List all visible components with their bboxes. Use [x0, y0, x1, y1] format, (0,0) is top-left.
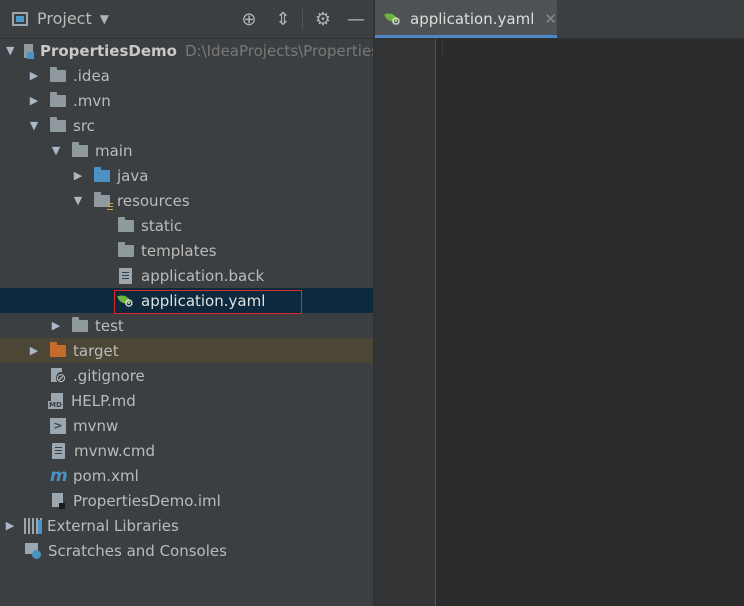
tree-item-propertiesdemo[interactable]: ▼ PropertiesDemo D:\IdeaProjects\Propert…: [0, 38, 373, 63]
spring-config-icon: [385, 11, 401, 28]
chevron-right-icon[interactable]: ▶: [50, 319, 62, 332]
markdown-icon: [48, 392, 66, 409]
gear-icon[interactable]: ⚙: [312, 8, 334, 30]
tree-item-external-libraries[interactable]: ▶ External Libraries: [0, 513, 373, 538]
tree-item-label: static: [141, 216, 183, 235]
editor-tab-bar: application.yaml ✕: [375, 0, 744, 39]
tree-item-idea[interactable]: ▶ .idea: [0, 63, 373, 88]
tree-item-help-md[interactable]: HELP.md: [0, 388, 373, 413]
folder-icon: [72, 317, 88, 332]
tree-item-application-back[interactable]: application.back: [0, 263, 373, 288]
tree-item-label: application.yaml: [141, 291, 266, 310]
folder-icon: [50, 92, 66, 107]
tree-item-pom-xml[interactable]: m pom.xml: [0, 463, 373, 488]
text-file-icon: [52, 442, 65, 459]
chevron-down-icon[interactable]: ▼: [50, 144, 62, 157]
project-panel-title: Project: [37, 9, 92, 28]
iml-file-icon: [50, 492, 66, 509]
editor-area: application.yaml ✕: [375, 0, 744, 606]
text-caret: [442, 40, 443, 58]
shell-icon: >: [50, 417, 66, 434]
spring-config-icon: [118, 293, 134, 310]
text-file-icon: [119, 267, 132, 284]
tab-application-yaml[interactable]: application.yaml ✕: [375, 0, 557, 38]
minimize-icon[interactable]: —: [345, 8, 367, 30]
tree-item-label: PropertiesDemo.iml: [73, 491, 221, 510]
tree-item-label: pom.xml: [73, 466, 139, 485]
project-view-selector[interactable]: Project ▼: [12, 9, 109, 28]
project-panel-header: Project ▼ ⊕ ⇕ ⚙ —: [0, 0, 373, 39]
tree-item-label: resources: [117, 191, 190, 210]
tree-item-java[interactable]: ▶ java: [0, 163, 373, 188]
tree-item-label: mvnw.cmd: [74, 441, 156, 460]
tree-item-mvn[interactable]: ▶ .mvn: [0, 88, 373, 113]
tree-item-scratches[interactable]: Scratches and Consoles: [0, 538, 373, 563]
tree-item-application-yaml[interactable]: application.yaml: [0, 288, 373, 313]
chevron-right-icon[interactable]: ▶: [4, 519, 16, 532]
module-icon: [24, 43, 34, 59]
tree-item-propertiesdemo-iml[interactable]: PropertiesDemo.iml: [0, 488, 373, 513]
tree-item-gitignore[interactable]: .gitignore: [0, 363, 373, 388]
active-tab-indicator: [375, 35, 557, 38]
tree-item-label: .gitignore: [73, 366, 145, 385]
maven-icon: m: [50, 465, 68, 486]
tree-item-label: mvnw: [73, 416, 119, 435]
tree-item-label: main: [95, 141, 133, 160]
tree-item-main[interactable]: ▼ main: [0, 138, 373, 163]
tree-item-mvnw[interactable]: > mvnw: [0, 413, 373, 438]
folder-icon: [72, 142, 88, 157]
toolbar-separator: [302, 9, 303, 29]
chevron-right-icon[interactable]: ▶: [28, 69, 40, 82]
tree-item-resources[interactable]: ▼ resources: [0, 188, 373, 213]
editor-gutter: [375, 39, 435, 606]
tree-item-label: java: [117, 166, 149, 185]
tree-item-src[interactable]: ▼ src: [0, 113, 373, 138]
tree-item-static[interactable]: static: [0, 213, 373, 238]
close-icon[interactable]: ✕: [544, 10, 557, 28]
chevron-right-icon[interactable]: ▶: [28, 94, 40, 107]
tree-item-label: application.back: [141, 266, 265, 285]
tab-label: application.yaml: [410, 10, 535, 28]
gutter-separator: [435, 39, 436, 606]
chevron-down-icon[interactable]: ▼: [72, 194, 84, 207]
tree-item-label: test: [95, 316, 124, 335]
excluded-folder-icon: [50, 342, 66, 357]
folder-icon: [118, 242, 134, 257]
tree-item-test[interactable]: ▶ test: [0, 313, 373, 338]
tree-item-label: Scratches and Consoles: [48, 541, 227, 560]
tree-item-label: .idea: [73, 66, 110, 85]
gitignore-icon: [50, 367, 67, 384]
tree-item-label: HELP.md: [71, 391, 136, 410]
tree-item-label: templates: [141, 241, 217, 260]
tree-item-label: External Libraries: [47, 516, 179, 535]
source-folder-icon: [94, 167, 110, 182]
tree-item-label: PropertiesDemo: [39, 41, 177, 60]
caret-down-icon[interactable]: ▼: [100, 12, 109, 26]
folder-icon: [118, 217, 134, 232]
resources-folder-icon: [94, 192, 113, 210]
chevron-right-icon[interactable]: ▶: [28, 344, 40, 357]
scratches-icon: [25, 542, 41, 559]
project-tool-window: Project ▼ ⊕ ⇕ ⚙ — ▼ PropertiesDemo D:\Id…: [0, 0, 373, 606]
tree-item-target[interactable]: ▶ target: [0, 338, 373, 363]
tree-item-templates[interactable]: templates: [0, 238, 373, 263]
chevron-down-icon[interactable]: ▼: [28, 119, 40, 132]
folder-icon: [50, 67, 66, 82]
collapse-icon[interactable]: ⇕: [272, 8, 294, 30]
tree-item-path: D:\IdeaProjects\Properties: [184, 41, 373, 60]
chevron-right-icon[interactable]: ▶: [72, 169, 84, 182]
tree-item-mvnw-cmd[interactable]: mvnw.cmd: [0, 438, 373, 463]
chevron-down-icon[interactable]: ▼: [6, 44, 14, 57]
locate-icon[interactable]: ⊕: [238, 8, 260, 30]
folder-icon: [50, 117, 66, 132]
project-view-icon: [12, 11, 28, 26]
tree-item-label: target: [73, 341, 119, 360]
tree-item-label: .mvn: [73, 91, 111, 110]
libraries-icon: [24, 517, 42, 534]
tree-item-label: src: [73, 116, 95, 135]
